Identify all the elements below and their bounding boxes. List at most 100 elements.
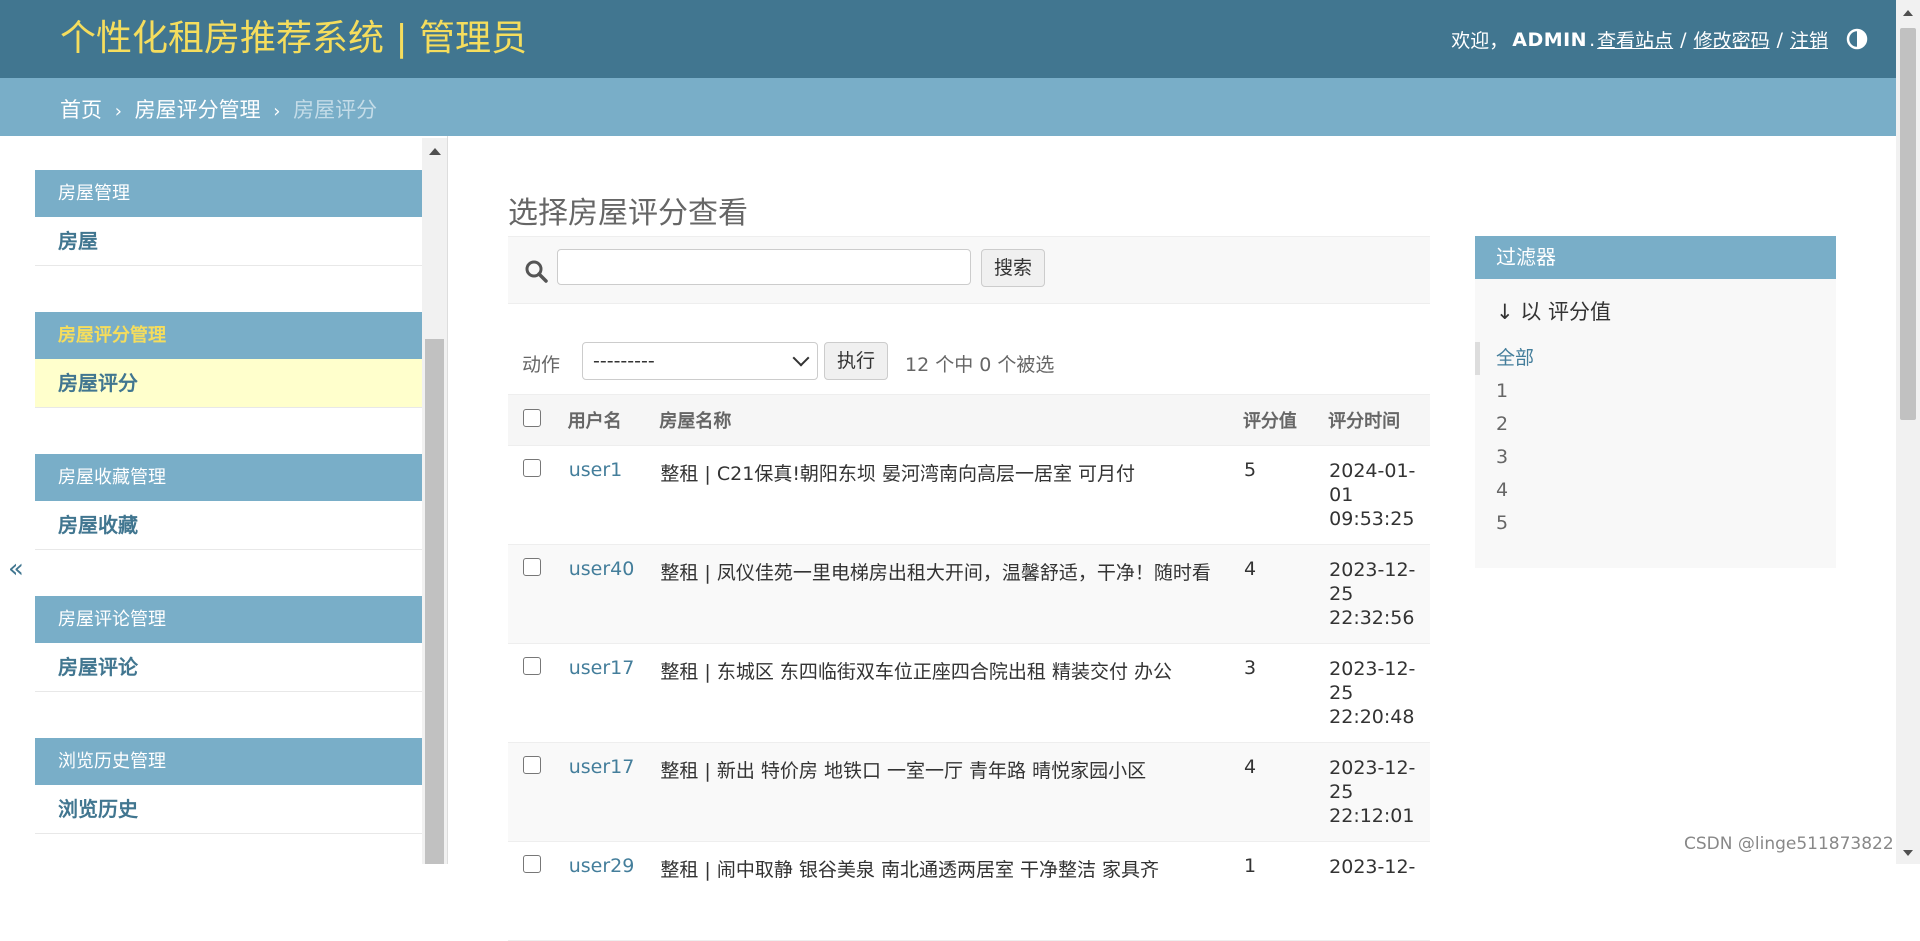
breadcrumb-current: 房屋评分 bbox=[293, 98, 378, 122]
scroll-up-icon[interactable] bbox=[429, 148, 441, 155]
cell-user-link[interactable]: user29 bbox=[567, 841, 660, 941]
row-select-cell bbox=[508, 742, 568, 842]
module-history: 浏览历史管理 浏览历史 bbox=[35, 738, 422, 834]
theme-toggle-icon[interactable] bbox=[1846, 28, 1868, 50]
cell-user-link[interactable]: user1 bbox=[567, 445, 660, 545]
module-favorite: 房屋收藏管理 房屋收藏 bbox=[35, 454, 422, 550]
search-input[interactable] bbox=[557, 249, 971, 285]
table-row: user29 整租 | 闹中取静 银谷美泉 南北通透两居室 干净整洁 家具齐 1… bbox=[508, 841, 1430, 941]
action-label: 动作 bbox=[522, 354, 561, 376]
select-all-checkbox[interactable] bbox=[523, 408, 541, 427]
cell-user-link[interactable]: user40 bbox=[567, 544, 660, 644]
module-caption[interactable]: 房屋收藏管理 bbox=[35, 454, 422, 501]
scrollbar-thumb[interactable] bbox=[1900, 28, 1916, 420]
action-select[interactable]: --------- bbox=[582, 342, 818, 380]
cell-score: 1 bbox=[1242, 841, 1329, 941]
table-row: user17 整租 | 新出 特价房 地铁口 一室一厅 青年路 晴悦家园小区 4… bbox=[508, 742, 1430, 842]
view-site-link[interactable]: 查看站点 bbox=[1597, 26, 1673, 53]
filter-option-2[interactable]: 2 bbox=[1475, 408, 1836, 441]
breadcrumb-arrow: › bbox=[273, 101, 281, 122]
time-line: 22:20:48 bbox=[1329, 706, 1415, 728]
search-icon bbox=[525, 260, 548, 283]
filter-heading[interactable]: ↓ 以 评分值 bbox=[1496, 296, 1611, 326]
chevron-down-icon bbox=[792, 349, 810, 367]
row-checkbox[interactable] bbox=[523, 657, 541, 675]
row-select-cell bbox=[508, 643, 568, 743]
row-select-cell bbox=[508, 544, 568, 644]
breadcrumb-arrow: › bbox=[114, 101, 122, 122]
time-line: 2023-12- bbox=[1329, 658, 1416, 680]
page-scrollbar[interactable] bbox=[1896, 0, 1920, 864]
change-password-link[interactable]: 修改密码 bbox=[1694, 26, 1770, 53]
time-line: 2023-12- bbox=[1329, 757, 1416, 779]
sidebar-item-house[interactable]: 房屋 bbox=[35, 217, 422, 266]
action-select-value: --------- bbox=[593, 350, 655, 372]
column-header-user[interactable]: 用户名 bbox=[567, 394, 660, 446]
sidebar-item-favorite[interactable]: 房屋收藏 bbox=[35, 501, 422, 550]
row-checkbox[interactable] bbox=[523, 756, 541, 774]
cell-house: 整租 | 闹中取静 银谷美泉 南北通透两居室 干净整洁 家具齐 bbox=[659, 841, 1243, 941]
cell-score: 5 bbox=[1242, 445, 1329, 545]
action-bar: 动作 --------- 执行 12 个中 0 个被选 bbox=[508, 342, 1430, 380]
filter-option-all[interactable]: 全部 bbox=[1475, 342, 1836, 375]
filter-option-3[interactable]: 3 bbox=[1475, 441, 1836, 474]
filter-option-4[interactable]: 4 bbox=[1475, 474, 1836, 507]
cell-house: 整租 | 新出 特价房 地铁口 一室一厅 青年路 晴悦家园小区 bbox=[659, 742, 1243, 842]
welcome-text: 欢迎， bbox=[1451, 30, 1509, 52]
row-checkbox[interactable] bbox=[523, 459, 541, 477]
filter-caption: 过滤器 bbox=[1475, 236, 1836, 279]
breadcrumb-home[interactable]: 首页 bbox=[60, 98, 102, 122]
site-brand[interactable]: 个性化租房推荐系统 | 管理员 bbox=[60, 18, 527, 60]
row-checkbox[interactable] bbox=[523, 855, 541, 873]
scrollbar-thumb[interactable] bbox=[425, 339, 444, 864]
search-toolbar: 搜索 bbox=[508, 236, 1430, 304]
username-period: . bbox=[1589, 28, 1596, 51]
sidebar-nav: 房屋管理 房屋 房屋评分管理 房屋评分 房屋收藏管理 房屋收藏 房屋评论管理 房… bbox=[35, 136, 448, 864]
time-line: 01 bbox=[1329, 484, 1354, 506]
page-title: 选择房屋评分查看 bbox=[508, 196, 748, 232]
cell-score: 4 bbox=[1242, 544, 1329, 644]
cell-house: 整租 | C21保真!朝阳东坝 晏河湾南向高层一居室 可月付 bbox=[659, 445, 1243, 545]
collapse-sidebar-button[interactable]: « bbox=[8, 554, 24, 584]
time-line: 22:32:56 bbox=[1329, 607, 1415, 629]
time-line: 25 bbox=[1329, 583, 1354, 605]
time-line: 22:12:01 bbox=[1329, 805, 1415, 827]
scroll-down-icon[interactable] bbox=[1903, 850, 1913, 856]
selection-counter: 12 个中 0 个被选 bbox=[905, 354, 1055, 376]
module-caption[interactable]: 房屋管理 bbox=[35, 170, 422, 217]
module-caption[interactable]: 浏览历史管理 bbox=[35, 738, 422, 785]
sidebar-scrollbar[interactable] bbox=[422, 138, 447, 864]
breadcrumb-app[interactable]: 房屋评分管理 bbox=[135, 98, 261, 122]
select-all-cell bbox=[508, 394, 568, 446]
module-house: 房屋管理 房屋 bbox=[35, 170, 422, 266]
time-line: 2023-12- bbox=[1329, 559, 1416, 581]
time-line: 2023-12- bbox=[1329, 856, 1416, 878]
time-line: 2024-01- bbox=[1329, 460, 1416, 482]
row-checkbox[interactable] bbox=[523, 558, 541, 576]
breadcrumb: 首页 › 房屋评分管理 › 房屋评分 bbox=[0, 78, 1920, 136]
filter-option-1[interactable]: 1 bbox=[1475, 375, 1836, 408]
column-header-time[interactable]: 评分时间 bbox=[1328, 394, 1430, 446]
sidebar-item-comment[interactable]: 房屋评论 bbox=[35, 643, 422, 692]
module-caption[interactable]: 房屋评论管理 bbox=[35, 596, 422, 643]
cell-house: 整租 | 凤仪佳苑一里电梯房出租大开间，温馨舒适，干净！随时看 bbox=[659, 544, 1243, 644]
run-action-button[interactable]: 执行 bbox=[824, 342, 889, 380]
cell-user-link[interactable]: user17 bbox=[567, 742, 660, 842]
column-header-house[interactable]: 房屋名称 bbox=[659, 394, 1243, 446]
module-caption[interactable]: 房屋评分管理 bbox=[35, 312, 422, 359]
filter-option-5[interactable]: 5 bbox=[1475, 507, 1836, 540]
scroll-up-icon[interactable] bbox=[1903, 10, 1913, 16]
table-header-row: 用户名 房屋名称 评分值 评分时间 bbox=[508, 394, 1430, 446]
row-select-cell bbox=[508, 445, 568, 545]
filter-panel: 过滤器 ↓ 以 评分值 全部 1 2 3 4 5 bbox=[1475, 236, 1836, 568]
sidebar-item-history[interactable]: 浏览历史 bbox=[35, 785, 422, 834]
logout-link[interactable]: 注销 bbox=[1790, 26, 1828, 53]
cell-user-link[interactable]: user17 bbox=[567, 643, 660, 743]
search-button[interactable]: 搜索 bbox=[981, 249, 1046, 287]
column-header-score[interactable]: 评分值 bbox=[1242, 394, 1329, 446]
time-line: 09:53:25 bbox=[1329, 508, 1415, 530]
watermark: CSDN @linge511873822 bbox=[1684, 834, 1894, 854]
filter-options: 全部 1 2 3 4 5 bbox=[1475, 342, 1836, 540]
sidebar-item-rating[interactable]: 房屋评分 bbox=[35, 359, 422, 408]
module-comment: 房屋评论管理 房屋评论 bbox=[35, 596, 422, 692]
